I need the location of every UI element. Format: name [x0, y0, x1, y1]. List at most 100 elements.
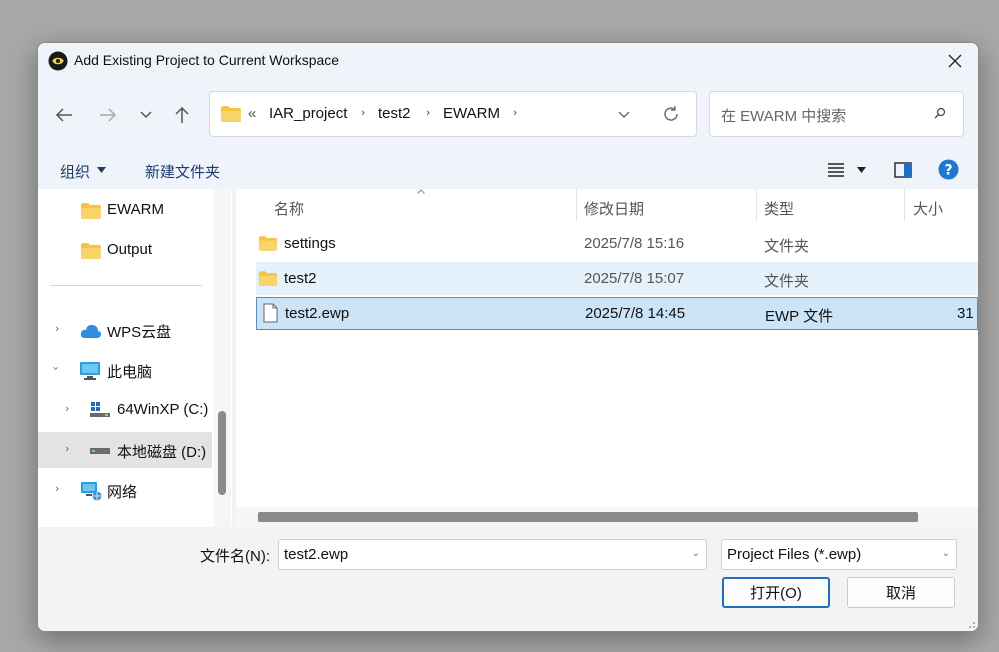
- chevron-right-icon[interactable]: ›: [65, 402, 69, 415]
- arrow-right-icon: [100, 108, 117, 122]
- horizontal-scrollbar[interactable]: [236, 507, 978, 527]
- refresh-icon[interactable]: [662, 105, 680, 123]
- breadcrumb-item[interactable]: IAR_project: [269, 105, 347, 122]
- sidebar-item-drive-c[interactable]: › 64WinXP (C:): [38, 392, 212, 428]
- chevron-down-icon[interactable]: ⌄: [692, 548, 700, 559]
- folder-icon: [81, 203, 101, 219]
- resize-grip-icon[interactable]: [966, 619, 976, 629]
- sidebar-item-label: 此电脑: [107, 364, 153, 381]
- sidebar-item-network[interactable]: › 网络: [38, 472, 212, 508]
- recent-locations-button[interactable]: [132, 101, 160, 129]
- dialog-footer: 文件名(N): test2.ewp ⌄ Project Files (*.ewp…: [38, 527, 978, 631]
- file-type: 文件夹: [764, 238, 810, 255]
- caret-down-icon[interactable]: [857, 167, 866, 173]
- sidebar-item-label: WPS云盘: [107, 324, 172, 341]
- sidebar-item-wps-cloud[interactable]: › WPS云盘: [38, 312, 212, 348]
- filename-field[interactable]: test2.ewp ⌄: [278, 539, 707, 570]
- file-name: test2.ewp: [285, 305, 350, 322]
- column-header-name[interactable]: 名称: [274, 198, 304, 219]
- file-name: test2: [284, 270, 317, 287]
- close-button[interactable]: [932, 43, 978, 79]
- arrow-up-icon: [175, 106, 189, 123]
- drive-icon: [90, 448, 110, 454]
- organize-button[interactable]: 组织: [60, 161, 90, 182]
- sidebar-scrollbar[interactable]: [214, 189, 231, 527]
- sidebar-item-label: 64WinXP (C:): [117, 401, 209, 418]
- search-box[interactable]: 在 EWARM 中搜索: [709, 91, 964, 137]
- breadcrumb-overflow[interactable]: «: [248, 105, 256, 122]
- file-row-test2[interactable]: test2 2025/7/8 15:07 文件夹: [256, 262, 978, 295]
- breadcrumb-separator-icon[interactable]: ›: [513, 106, 517, 119]
- file-modified: 2025/7/8 15:07: [584, 270, 685, 287]
- up-button[interactable]: [168, 101, 196, 129]
- chevron-right-icon[interactable]: ›: [65, 442, 69, 455]
- open-button[interactable]: 打开(O): [722, 577, 830, 608]
- sidebar-item-drive-d[interactable]: › 本地磁盘 (D:): [38, 432, 212, 468]
- network-icon: [81, 482, 102, 501]
- scrollbar-thumb[interactable]: [218, 411, 226, 495]
- breadcrumb-separator-icon[interactable]: ›: [361, 106, 365, 119]
- file-type: EWP 文件: [765, 308, 834, 325]
- breadcrumb-item[interactable]: EWARM: [443, 105, 500, 122]
- file-modified: 2025/7/8 15:16: [584, 235, 685, 252]
- column-header-modified[interactable]: 修改日期: [584, 198, 644, 219]
- file-row-test2-ewp[interactable]: test2.ewp 2025/7/8 14:45 EWP 文件 31: [256, 297, 978, 330]
- title-bar: Add Existing Project to Current Workspac…: [38, 43, 978, 79]
- folder-icon: [258, 236, 278, 251]
- new-folder-button[interactable]: 新建文件夹: [145, 161, 220, 182]
- forward-button[interactable]: [94, 101, 122, 129]
- sidebar-item-label: 本地磁盘 (D:): [117, 444, 207, 461]
- address-bar[interactable]: « IAR_project › test2 › EWARM ›: [209, 91, 697, 137]
- chevron-down-icon[interactable]: ⌄: [942, 548, 950, 559]
- file-icon: [263, 303, 278, 323]
- iar-app-icon: [48, 51, 68, 71]
- search-icon[interactable]: [934, 107, 946, 119]
- command-toolbar: 组织 新建文件夹 ?: [38, 151, 978, 189]
- help-icon[interactable]: ?: [938, 159, 959, 180]
- file-name: settings: [284, 235, 336, 252]
- sidebar-item-label: Output: [107, 241, 153, 258]
- open-file-dialog: Add Existing Project to Current Workspac…: [37, 42, 979, 632]
- breadcrumb-separator-icon[interactable]: ›: [426, 106, 430, 119]
- navigation-pane: EWARM Output › WPS云盘 › 此电脑 › 64WinXP (C:…: [38, 189, 232, 527]
- column-divider[interactable]: [756, 189, 757, 221]
- cancel-button[interactable]: 取消: [847, 577, 955, 608]
- chevron-down-icon[interactable]: [617, 110, 631, 120]
- column-header-type[interactable]: 类型: [764, 198, 794, 219]
- window-title: Add Existing Project to Current Workspac…: [74, 52, 340, 68]
- windows-drive-icon: [90, 402, 110, 417]
- chevron-down-icon[interactable]: ›: [50, 366, 63, 370]
- column-divider[interactable]: [904, 189, 905, 221]
- scrollbar-thumb[interactable]: [258, 512, 918, 522]
- file-size: 31: [957, 305, 974, 322]
- computer-icon: [80, 362, 100, 380]
- file-type-select[interactable]: Project Files (*.ewp) ⌄: [721, 539, 957, 570]
- column-header-size[interactable]: 大小: [913, 198, 943, 219]
- close-icon: [948, 54, 962, 68]
- sidebar-item-ewarm[interactable]: EWARM: [38, 192, 212, 228]
- cloud-icon: [80, 324, 102, 338]
- sort-ascending-icon: [417, 189, 425, 194]
- filename-label: 文件名(N):: [200, 548, 270, 565]
- chevron-down-icon: [140, 111, 152, 119]
- folder-icon: [81, 243, 101, 259]
- view-list-icon[interactable]: [828, 163, 844, 177]
- file-type-filter-value: Project Files (*.ewp): [727, 546, 862, 563]
- filename-input[interactable]: test2.ewp: [284, 546, 348, 563]
- sidebar-item-this-pc[interactable]: › 此电脑: [38, 352, 212, 388]
- sidebar-item-label: 网络: [107, 484, 138, 501]
- sidebar-item-output[interactable]: Output: [38, 232, 212, 268]
- search-input[interactable]: 在 EWARM 中搜索: [721, 105, 846, 126]
- caret-down-icon[interactable]: [97, 167, 106, 173]
- chevron-right-icon[interactable]: ›: [55, 482, 59, 495]
- navigation-bar: « IAR_project › test2 › EWARM › 在 EWARM …: [38, 79, 978, 151]
- back-button[interactable]: [50, 101, 78, 129]
- file-row-settings[interactable]: settings 2025/7/8 15:16 文件夹: [256, 227, 978, 260]
- sidebar-divider: [50, 285, 202, 286]
- column-divider[interactable]: [576, 189, 577, 221]
- file-modified: 2025/7/8 14:45: [585, 305, 686, 322]
- chevron-right-icon[interactable]: ›: [55, 322, 59, 335]
- preview-pane-icon[interactable]: [894, 162, 912, 178]
- breadcrumb-item[interactable]: test2: [378, 105, 411, 122]
- arrow-left-icon: [55, 108, 72, 122]
